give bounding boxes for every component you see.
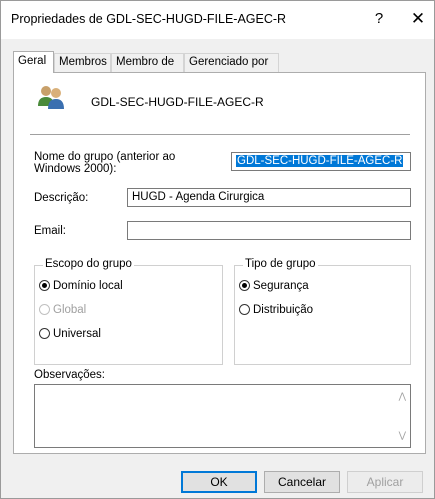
radio-checked-icon xyxy=(39,280,50,291)
group-name-heading: GDL-SEC-HUGD-FILE-AGEC-R xyxy=(91,95,264,109)
scope-group-box: Escopo do grupo Domínio local Global Uni… xyxy=(34,258,223,365)
type-title: Tipo de grupo xyxy=(243,258,318,270)
properties-dialog: Propriedades de GDL-SEC-HUGD-FILE-AGEC-R… xyxy=(0,0,435,499)
scope-domain-local-radio[interactable]: Domínio local xyxy=(39,280,123,292)
scope-domain-local-label: Domínio local xyxy=(53,280,123,292)
type-group-box: Tipo de grupo Segurança Distribuição xyxy=(234,258,411,365)
radio-unchecked-icon xyxy=(239,304,250,315)
scroll-down-icon[interactable]: ⋁ xyxy=(399,430,406,441)
title-bar[interactable]: Propriedades de GDL-SEC-HUGD-FILE-AGEC-R… xyxy=(1,1,434,39)
type-distribution-label: Distribuição xyxy=(253,304,314,316)
apply-button: Aplicar xyxy=(347,471,423,493)
scope-universal-radio[interactable]: Universal xyxy=(39,328,101,340)
pre2000-label-line1: Nome do grupo (anterior ao xyxy=(34,151,176,163)
tab-geral[interactable]: Geral xyxy=(13,51,54,73)
pre2000-name-value: GDL-SEC-HUGD-FILE-AGEC-R xyxy=(236,155,404,167)
tab-membros[interactable]: Membros xyxy=(54,53,111,72)
tab-gerenciado-por[interactable]: Gerenciado por xyxy=(184,53,279,72)
pre2000-name-field[interactable]: GDL-SEC-HUGD-FILE-AGEC-R xyxy=(231,152,411,171)
tab-membro-de[interactable]: Membro de xyxy=(111,53,184,72)
help-button[interactable]: ? xyxy=(369,10,389,30)
pre2000-label-line2: Windows 2000): xyxy=(34,163,117,175)
scope-global-radio: Global xyxy=(39,304,86,316)
notes-label: Observações: xyxy=(34,369,105,381)
scope-universal-label: Universal xyxy=(53,328,101,340)
email-label: Email: xyxy=(34,225,66,237)
type-security-radio[interactable]: Segurança xyxy=(239,280,309,292)
radio-unchecked-icon xyxy=(39,328,50,339)
email-field[interactable] xyxy=(127,221,411,240)
cancel-button[interactable]: Cancelar xyxy=(264,471,340,493)
scroll-up-icon[interactable]: ⋀ xyxy=(399,391,406,402)
general-panel: GDL-SEC-HUGD-FILE-AGEC-R Nome do grupo (… xyxy=(13,72,426,454)
group-users-icon xyxy=(38,86,64,109)
separator xyxy=(30,134,410,135)
radio-unchecked-icon xyxy=(39,304,50,315)
type-security-label: Segurança xyxy=(253,280,309,292)
window-title: Propriedades de GDL-SEC-HUGD-FILE-AGEC-R xyxy=(11,12,287,26)
close-button[interactable]: ✕ xyxy=(407,9,429,31)
type-distribution-radio[interactable]: Distribuição xyxy=(239,304,313,316)
scope-title: Escopo do grupo xyxy=(43,258,134,270)
description-field[interactable]: HUGD - Agenda Cirurgica xyxy=(127,188,411,207)
description-label: Descrição: xyxy=(34,192,89,204)
scope-global-label: Global xyxy=(53,304,87,316)
radio-checked-icon xyxy=(239,280,250,291)
ok-button[interactable]: OK xyxy=(181,471,257,493)
notes-textarea[interactable]: ⋀ ⋁ xyxy=(34,384,411,448)
